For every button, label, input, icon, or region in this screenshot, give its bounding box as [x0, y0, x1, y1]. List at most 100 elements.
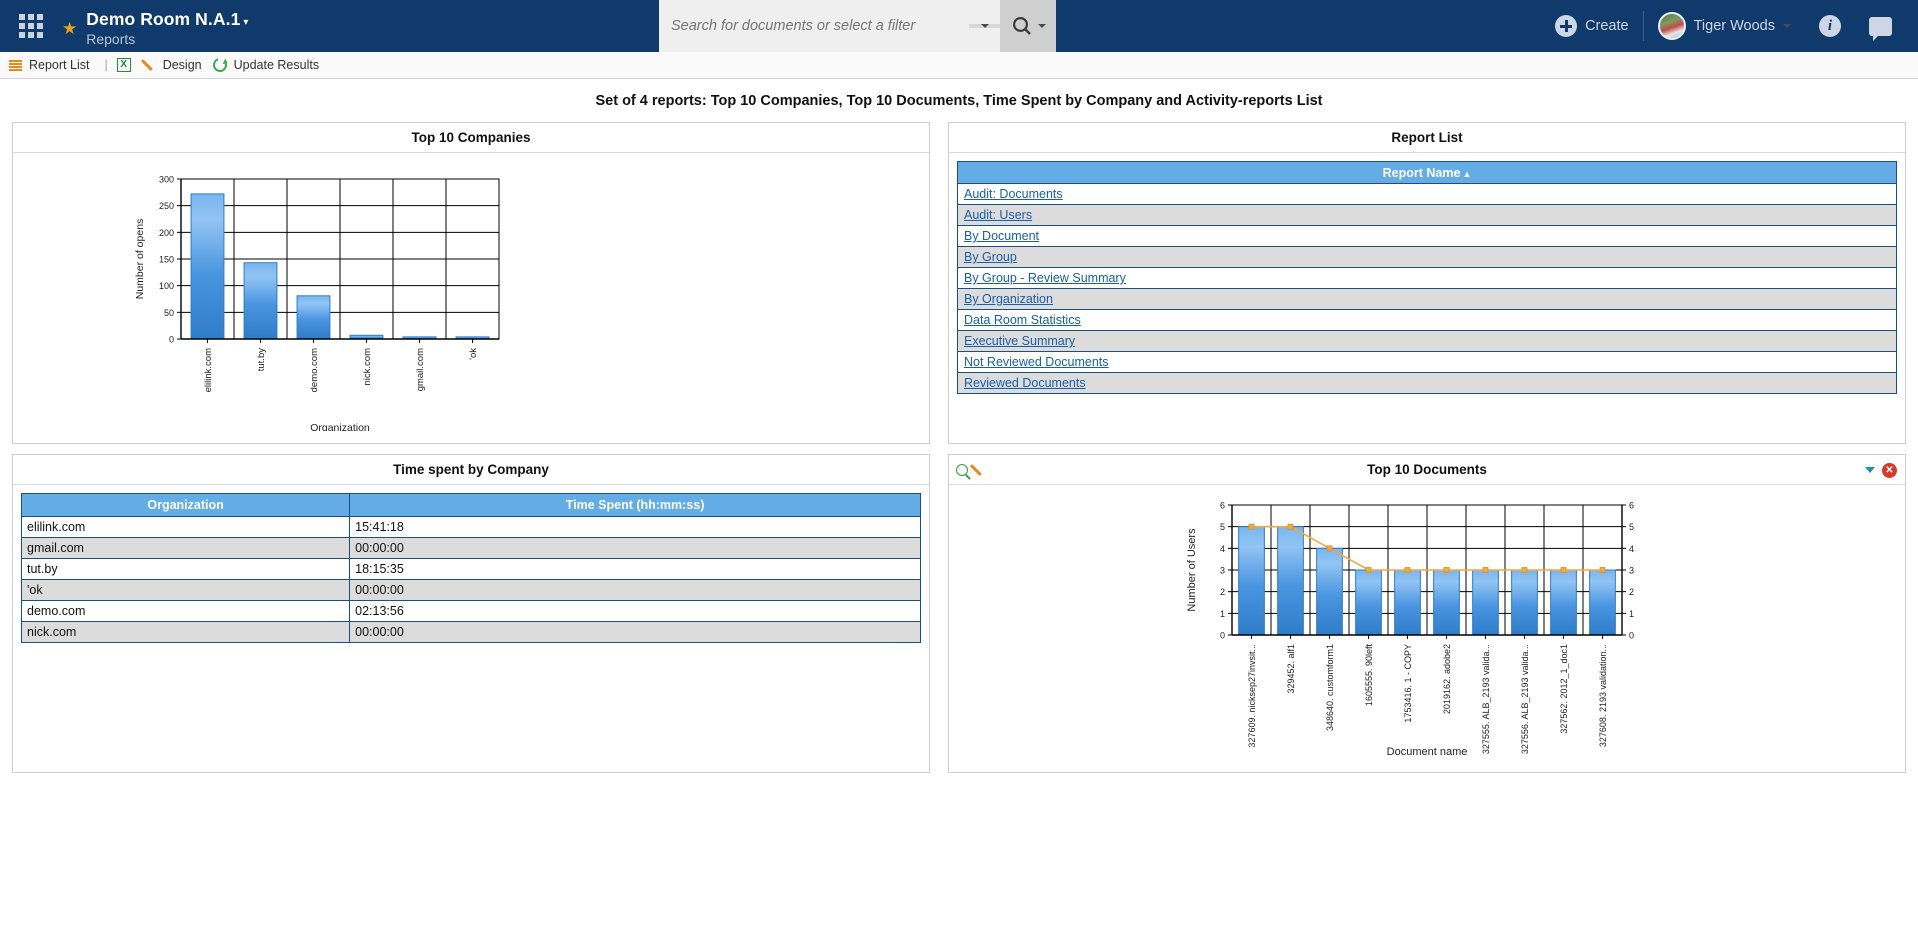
apps-grid-icon — [19, 14, 43, 38]
report-name-cell: By Organization — [958, 289, 1897, 310]
panel-time-spent-by-company: Time spent by Company Organization Time … — [12, 454, 930, 773]
apps-grid-button[interactable] — [0, 0, 62, 52]
x-axis-tick-label: 327562. 2012_1_doc1 — [1559, 644, 1569, 734]
table-row: By Organization — [958, 289, 1897, 310]
svg-text:0: 0 — [1220, 631, 1225, 641]
search-icon[interactable] — [956, 464, 968, 476]
refresh-icon — [210, 56, 229, 75]
x-axis-tick-label: nick.com — [362, 348, 373, 386]
star-icon[interactable]: ★ — [62, 20, 77, 37]
chevron-down-icon[interactable]: ▾ — [243, 17, 248, 28]
x-axis-tick-label: gmail.com — [415, 348, 426, 391]
svg-text:250: 250 — [159, 201, 174, 211]
time-spent-body: Organization Time Spent (hh:mm:ss) elili… — [13, 485, 929, 772]
organization-cell: 'ok — [22, 580, 350, 601]
svg-text:150: 150 — [159, 255, 174, 265]
chevron-down-icon[interactable] — [1865, 467, 1875, 473]
room-selector[interactable]: ★ Demo Room N.A.1▾ Reports — [62, 0, 248, 52]
report-list-body: Report Name▲ Audit: Documents Audit: User… — [949, 153, 1905, 443]
report-list-table: Report Name▲ Audit: Documents Audit: User… — [957, 161, 1897, 394]
search-button[interactable] — [1000, 0, 1056, 52]
user-menu[interactable]: Tiger Woods — [1644, 12, 1805, 40]
search-box[interactable] — [659, 0, 1000, 52]
report-link[interactable]: Data Room Statistics — [964, 313, 1081, 327]
toolbar-separator: | — [104, 58, 107, 72]
report-link[interactable]: Not Reviewed Documents — [964, 355, 1109, 369]
search-input[interactable] — [659, 18, 969, 34]
room-subtitle: Reports — [86, 31, 248, 47]
panel-title: Time spent by Company — [393, 462, 549, 477]
table-row: Data Room Statistics — [958, 310, 1897, 331]
svg-text:3: 3 — [1220, 566, 1225, 576]
x-axis-tick-label: 327608. 2193 validation... — [1598, 644, 1608, 747]
x-axis-tick-label: tut.by — [256, 348, 267, 371]
panel-title: Top 10 Documents — [1367, 462, 1487, 477]
panel-header-left-tools — [956, 455, 985, 485]
report-name-cell: By Group — [958, 247, 1897, 268]
column-header-report-name[interactable]: Report Name▲ — [958, 162, 1897, 184]
table-row: elilink.com15:41:18 — [22, 517, 921, 538]
organization-cell: gmail.com — [22, 538, 350, 559]
update-results-button[interactable]: Update Results — [213, 58, 330, 72]
user-name: Tiger Woods — [1694, 18, 1775, 34]
table-row: By Group - Review Summary — [958, 268, 1897, 289]
design-label: Design — [163, 58, 202, 72]
dashboard-grid: Top 10 Companies 050100150200250300elili… — [0, 122, 1918, 783]
search-options-chevron-icon[interactable] — [1038, 24, 1046, 28]
table-header-row: Organization Time Spent (hh:mm:ss) — [22, 494, 921, 517]
panel-title: Top 10 Companies — [411, 130, 530, 145]
search-icon — [1011, 15, 1033, 37]
report-link[interactable]: Reviewed Documents — [964, 376, 1086, 390]
chat-button[interactable] — [1855, 17, 1906, 36]
panel-header: Time spent by Company — [13, 455, 929, 485]
column-header-time-spent[interactable]: Time Spent (hh:mm:ss) — [350, 494, 921, 517]
design-button[interactable]: Design — [142, 58, 213, 72]
report-link[interactable]: Executive Summary — [964, 334, 1075, 348]
chevron-down-icon — [1783, 24, 1791, 28]
report-link[interactable]: Audit: Users — [964, 208, 1032, 222]
report-name-cell: By Document — [958, 226, 1897, 247]
x-axis-tick-label: 327555. ALB_2193 valida... — [1481, 644, 1491, 754]
table-row: Audit: Users — [958, 205, 1897, 226]
info-button[interactable]: i — [1805, 15, 1855, 37]
column-header-organization[interactable]: Organization — [22, 494, 350, 517]
time-spent-table: Organization Time Spent (hh:mm:ss) elili… — [21, 493, 921, 643]
report-link[interactable]: Audit: Documents — [964, 187, 1063, 201]
report-name-cell: Not Reviewed Documents — [958, 352, 1897, 373]
x-axis-tick-label: 348640. customform1 — [1325, 644, 1335, 731]
svg-text:0: 0 — [1629, 631, 1634, 641]
x-axis-tick-label: 2019162. adobe2 — [1442, 644, 1452, 714]
svg-text:0: 0 — [169, 335, 174, 345]
report-name-cell: By Group - Review Summary — [958, 268, 1897, 289]
report-link[interactable]: By Document — [964, 229, 1039, 243]
panel-header: Top 10 Companies — [13, 123, 929, 153]
excel-icon: X — [117, 58, 131, 72]
y-axis-label: Number of opens — [134, 219, 146, 300]
report-link[interactable]: By Organization — [964, 292, 1053, 306]
table-row: Reviewed Documents — [958, 373, 1897, 394]
time-spent-cell: 00:00:00 — [350, 538, 921, 559]
report-link[interactable]: By Group - Review Summary — [964, 271, 1126, 285]
organization-cell: demo.com — [22, 601, 350, 622]
svg-text:6: 6 — [1629, 501, 1634, 511]
close-icon[interactable]: ✕ — [1882, 463, 1897, 478]
y-axis-label: Number of Users — [1186, 528, 1198, 612]
table-row: 'ok00:00:00 — [22, 580, 921, 601]
panel-header: Report List — [949, 123, 1905, 153]
chat-icon — [1869, 17, 1892, 36]
pencil-icon[interactable] — [971, 463, 985, 477]
report-link[interactable]: By Group — [964, 250, 1017, 264]
create-button[interactable]: Create — [1541, 15, 1643, 37]
companies-bar-chart: 050100150200250300elilink.comtut.bydemo.… — [121, 161, 821, 431]
table-row: Audit: Documents — [958, 184, 1897, 205]
panel-top-10-documents: Top 10 Documents ✕ 00112233445566327609.… — [948, 454, 1906, 773]
report-name-cell: Audit: Documents — [958, 184, 1897, 205]
export-excel-button[interactable]: X — [117, 58, 142, 72]
svg-text:3: 3 — [1629, 566, 1634, 576]
svg-text:2: 2 — [1220, 587, 1225, 597]
svg-text:1: 1 — [1629, 609, 1634, 619]
sort-ascending-icon: ▲ — [1462, 169, 1471, 179]
report-list-button[interactable]: Report List — [9, 58, 100, 72]
search-filter-dropdown[interactable] — [969, 24, 1000, 28]
panel-top-10-companies: Top 10 Companies 050100150200250300elili… — [12, 122, 930, 444]
